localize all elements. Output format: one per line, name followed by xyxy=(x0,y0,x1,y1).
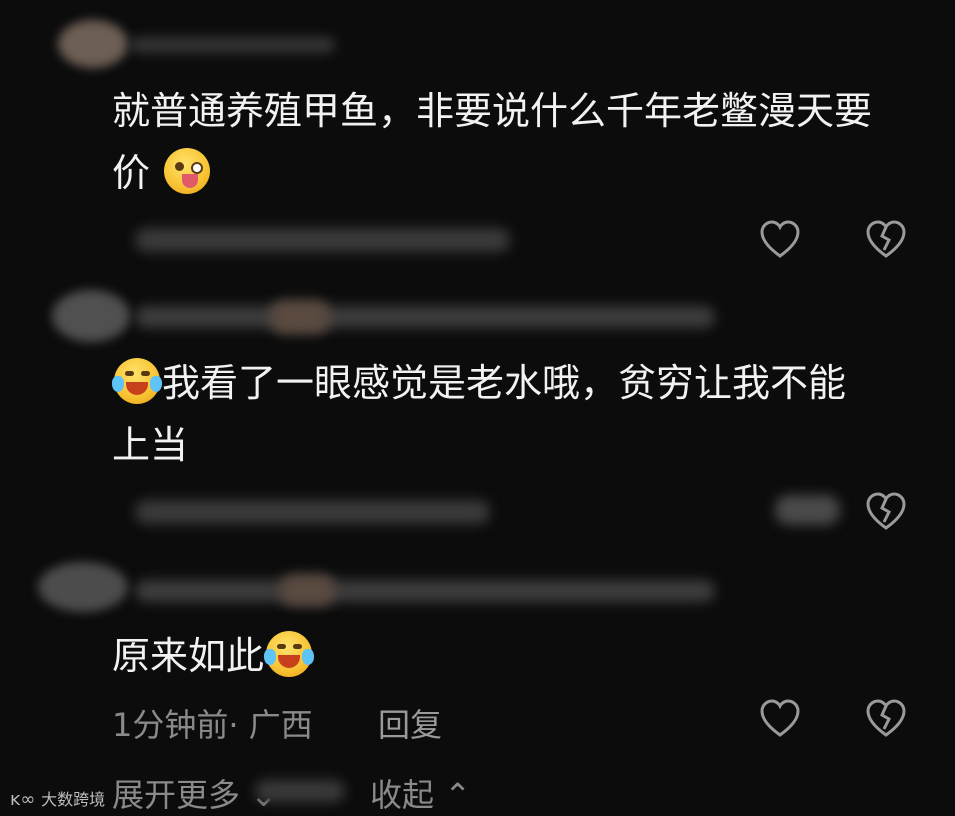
avatar[interactable] xyxy=(38,562,128,612)
watermark-icon: ᴋ∞ xyxy=(10,789,42,810)
collapse-button[interactable]: 收起 ⌃ xyxy=(370,770,471,816)
comment-timestamp: 1分钟前· 广西 xyxy=(112,706,313,744)
comment-meta-blurred xyxy=(135,228,510,252)
chevron-up-icon: ⌃ xyxy=(434,776,471,814)
like-count-blurred xyxy=(775,495,840,525)
comment-text: 我看了一眼感觉是老水哦，贫穷让我不能 上当 xyxy=(112,352,912,476)
dislike-broken-heart-icon[interactable] xyxy=(864,490,908,534)
badge-blurred xyxy=(280,574,335,606)
comment-2-text-part1: 我看了一眼感觉是老水哦，贫穷让我不能 xyxy=(162,361,847,405)
avatar[interactable] xyxy=(52,290,130,342)
watermark-logo: ᴋ∞ 大数跨境 xyxy=(10,789,106,810)
count-blurred xyxy=(255,780,345,802)
dislike-broken-heart-icon[interactable] xyxy=(864,218,908,262)
reply-button[interactable]: 回复 xyxy=(378,700,442,746)
crying-laughing-emoji xyxy=(264,631,315,677)
crazy-face-emoji xyxy=(164,148,211,194)
badge-blurred xyxy=(270,300,330,334)
username-blurred xyxy=(135,306,715,328)
comment-text: 就普通养殖甲鱼，非要说什么千年老鳖漫天要 价 xyxy=(112,80,912,204)
like-heart-icon[interactable] xyxy=(758,218,802,262)
like-heart-icon[interactable] xyxy=(758,697,802,741)
username-blurred xyxy=(135,580,715,602)
avatar[interactable] xyxy=(58,20,128,68)
comment-2-text-part2: 上当 xyxy=(112,423,189,467)
expand-more-button[interactable]: 展开更多 ⌄ xyxy=(112,770,277,816)
crying-laughing-emoji xyxy=(112,358,162,404)
comment-text: 原来如此 xyxy=(112,625,912,687)
comment-meta-blurred xyxy=(135,500,490,524)
dislike-broken-heart-icon[interactable] xyxy=(864,697,908,741)
username-blurred xyxy=(130,38,335,52)
comment-1-text-part2: 价 xyxy=(112,151,151,195)
comment-1-text-part1: 就普通养殖甲鱼，非要说什么千年老鳖漫天要 xyxy=(112,89,873,133)
